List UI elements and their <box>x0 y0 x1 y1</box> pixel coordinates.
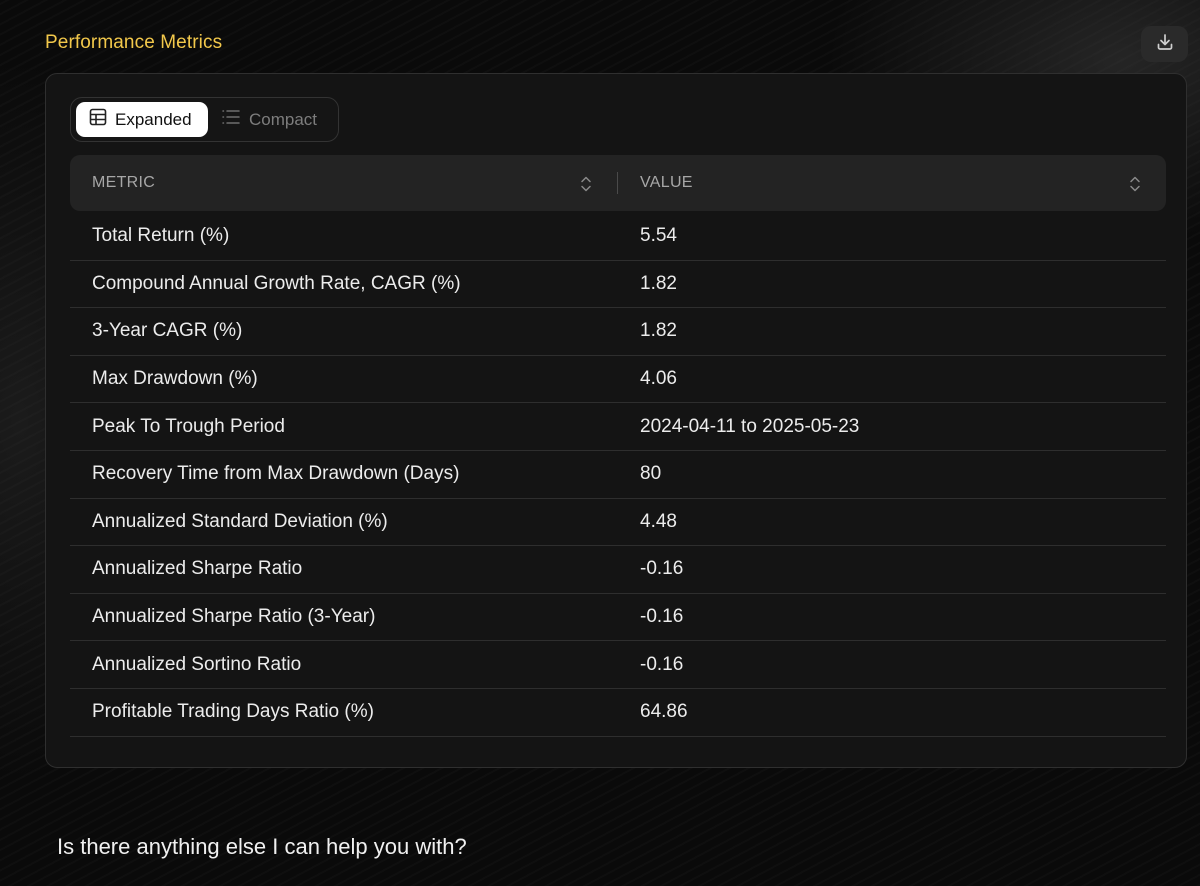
metric-cell: Recovery Time from Max Drawdown (Days) <box>92 463 460 485</box>
value-cell: 5.54 <box>640 225 677 247</box>
value-cell: 1.82 <box>640 320 677 342</box>
metric-cell: Annualized Sharpe Ratio (3-Year) <box>92 606 376 628</box>
metric-cell: Peak To Trough Period <box>92 415 285 437</box>
table-body: Total Return (%) 5.54 Compound Annual Gr… <box>70 213 1166 737</box>
expanded-label: Expanded <box>115 109 192 129</box>
table-row: Annualized Sharpe Ratio (3-Year) -0.16 <box>70 594 1166 642</box>
metrics-card: Expanded Compact METRIC VALUE Total Retu… <box>45 73 1187 768</box>
value-cell: -0.16 <box>640 606 684 628</box>
metric-cell: Annualized Standard Deviation (%) <box>92 510 388 532</box>
value-cell: -0.16 <box>640 558 684 580</box>
sort-updown-icon[interactable] <box>1128 175 1142 198</box>
download-button[interactable] <box>1141 26 1188 62</box>
metric-cell: Total Return (%) <box>92 225 230 247</box>
metrics-table: METRIC VALUE Total Return (%) 5.54 Compo… <box>70 155 1166 737</box>
table-row: Total Return (%) 5.54 <box>70 213 1166 261</box>
value-cell: 80 <box>640 463 662 485</box>
view-toggle-group: Expanded Compact <box>70 97 339 142</box>
value-cell: 4.06 <box>640 368 677 390</box>
sort-updown-icon[interactable] <box>579 175 593 198</box>
value-cell: 1.82 <box>640 272 677 294</box>
table-row: Compound Annual Growth Rate, CAGR (%) 1.… <box>70 261 1166 309</box>
value-cell: 2024-04-11 to 2025-05-23 <box>640 415 860 437</box>
value-cell: -0.16 <box>640 653 684 675</box>
table-row: Max Drawdown (%) 4.06 <box>70 356 1166 404</box>
expanded-view-button[interactable]: Expanded <box>76 102 208 137</box>
compact-label: Compact <box>249 109 318 129</box>
value-cell: 64.86 <box>640 701 688 723</box>
table-row: Profitable Trading Days Ratio (%) 64.86 <box>70 689 1166 737</box>
column-header-metric[interactable]: METRIC <box>92 155 155 211</box>
list-icon <box>221 109 241 130</box>
table-row: Annualized Sortino Ratio -0.16 <box>70 641 1166 689</box>
metric-cell: Annualized Sharpe Ratio <box>92 558 303 580</box>
table-grid-icon <box>89 108 107 131</box>
table-row: 3-Year CAGR (%) 1.82 <box>70 308 1166 356</box>
table-row: Annualized Standard Deviation (%) 4.48 <box>70 499 1166 547</box>
metric-cell: Annualized Sortino Ratio <box>92 653 302 675</box>
value-cell: 4.48 <box>640 510 677 532</box>
followup-message: Is there anything else I can help you wi… <box>57 834 467 859</box>
table-row: Annualized Sharpe Ratio -0.16 <box>70 546 1166 594</box>
section-title: Performance Metrics <box>45 32 223 53</box>
metric-cell: 3-Year CAGR (%) <box>92 320 243 342</box>
column-divider[interactable] <box>617 172 618 194</box>
metric-cell: Compound Annual Growth Rate, CAGR (%) <box>92 272 461 294</box>
download-icon <box>1155 32 1175 57</box>
compact-view-button[interactable]: Compact <box>216 102 334 137</box>
column-header-value[interactable]: VALUE <box>640 155 693 211</box>
metric-cell: Max Drawdown (%) <box>92 368 258 390</box>
metric-cell: Profitable Trading Days Ratio (%) <box>92 701 374 723</box>
table-row: Peak To Trough Period 2024-04-11 to 2025… <box>70 403 1166 451</box>
table-header: METRIC VALUE <box>70 155 1166 211</box>
table-row: Recovery Time from Max Drawdown (Days) 8… <box>70 451 1166 499</box>
